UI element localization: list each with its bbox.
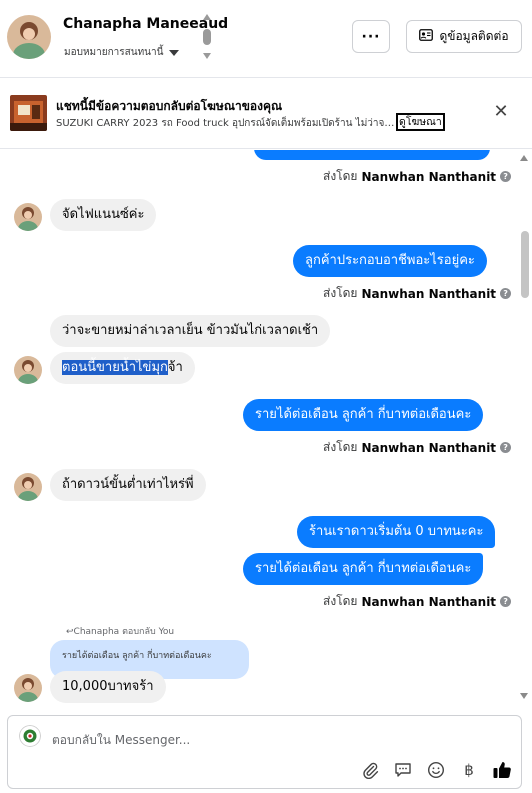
- header-scrollbar[interactable]: [202, 14, 212, 62]
- outgoing-message[interactable]: รายได้ต่อเดือน ลูกค้า กี่บาทต่อเดือนคะ: [243, 553, 484, 585]
- more-icon: ···: [361, 28, 381, 45]
- scroll-thumb[interactable]: [203, 29, 211, 45]
- help-icon[interactable]: ?: [500, 442, 512, 453]
- conversation-header: Chanapha Maneeaud มอบหมายการสนทนานี้ ···…: [0, 0, 532, 78]
- contact-avatar-small[interactable]: [14, 473, 42, 501]
- thread-scroll-thumb[interactable]: [521, 231, 529, 298]
- message-thread[interactable]: ส่งโดย Nanwhan Nanthanit ? จัดไฟแนนซ์ค่ะ…: [0, 150, 532, 708]
- help-icon[interactable]: ?: [500, 288, 512, 299]
- reply-arrow-icon: ↩: [66, 627, 74, 637]
- ad-thumbnail[interactable]: [10, 95, 47, 131]
- ad-reply-banner: แชทนี้มีข้อความตอบกลับต่อโฆษณาของคุณ SUZ…: [0, 79, 532, 149]
- more-options-button[interactable]: ···: [352, 20, 390, 53]
- composer-toolbar: ฿: [360, 758, 512, 782]
- contact-avatar-small[interactable]: [14, 203, 42, 231]
- sent-by-label: ส่งโดย Nanwhan Nanthanit ?: [323, 167, 512, 186]
- scroll-up-icon[interactable]: [203, 14, 211, 20]
- outgoing-message[interactable]: ร้านเราดาวเริ่มต้น 0 บาทนะคะ: [297, 516, 496, 548]
- sent-by-label: ส่งโดย Nanwhan Nanthanit ?: [323, 438, 512, 457]
- assign-conversation-dropdown[interactable]: มอบหมายการสนทนานี้: [64, 45, 180, 60]
- incoming-message[interactable]: 10,000บาทจร้า: [50, 671, 166, 703]
- outgoing-message[interactable]: ลูกค้าประกอบอาชีพอะไรอยู่คะ: [293, 245, 487, 277]
- thumbs-up-icon[interactable]: [492, 760, 512, 780]
- view-ad-link[interactable]: ดูโฆษณา: [396, 113, 445, 131]
- reply-input[interactable]: ตอบกลับใน Messenger...: [52, 731, 190, 750]
- close-icon[interactable]: ✕: [492, 103, 510, 121]
- paperclip-icon[interactable]: [360, 760, 380, 780]
- page-logo: [19, 725, 41, 747]
- contact-avatar[interactable]: [7, 15, 51, 59]
- scroll-down-icon[interactable]: [203, 53, 211, 59]
- outgoing-message[interactable]: รายได้ต่อเดือน ลูกค้า กี่บาทต่อเดือนคะ: [243, 399, 484, 431]
- sent-by-label: ส่งโดย Nanwhan Nanthanit ?: [323, 284, 512, 303]
- sent-by-label: ส่งโดย Nanwhan Nanthanit ?: [323, 592, 512, 611]
- ad-banner-subtitle: SUZUKI CARRY 2023 รถ Food truck อุปกรณ์จ…: [56, 118, 396, 129]
- scroll-up-icon[interactable]: [520, 155, 528, 161]
- contact-avatar-small[interactable]: [14, 674, 42, 702]
- message-composer[interactable]: ตอบกลับใน Messenger... ฿: [7, 715, 522, 789]
- contact-card-icon: [419, 29, 434, 44]
- ad-banner-title: แชทนี้มีข้อความตอบกลับต่อโฆษณาของคุณ: [56, 99, 283, 113]
- reply-meta: ↩Chanapha ตอบกลับ You: [66, 627, 175, 637]
- baht-icon[interactable]: ฿: [459, 760, 479, 780]
- help-icon[interactable]: ?: [500, 171, 512, 182]
- contact-info-label: ดูข้อมูลติดต่อ: [439, 29, 509, 43]
- chat-bubble-icon[interactable]: [393, 760, 413, 780]
- scroll-down-icon[interactable]: [520, 693, 528, 699]
- outgoing-message[interactable]: [254, 150, 490, 160]
- selected-text[interactable]: ตอนนี้ขายน้ำไข่มุก: [62, 360, 168, 375]
- help-icon[interactable]: ?: [500, 596, 512, 607]
- chevron-down-icon: [169, 49, 180, 56]
- view-contact-info-button[interactable]: ดูข้อมูลติดต่อ: [406, 20, 522, 53]
- incoming-message[interactable]: ตอนนี้ขายน้ำไข่มุกจ้า: [50, 352, 195, 384]
- incoming-message[interactable]: ถ้าดาวน์ขั้นต่ำเท่าไหร่พี่: [50, 469, 206, 501]
- smiley-icon[interactable]: [426, 760, 446, 780]
- incoming-message[interactable]: จัดไฟแนนซ์ค่ะ: [50, 199, 157, 231]
- contact-avatar-small[interactable]: [14, 356, 42, 384]
- assign-label: มอบหมายการสนทนานี้: [64, 47, 164, 58]
- incoming-message[interactable]: ว่าจะขายหม่าล่าเวลาเย็น ข้าวมันไก่เวลาดเ…: [50, 315, 331, 347]
